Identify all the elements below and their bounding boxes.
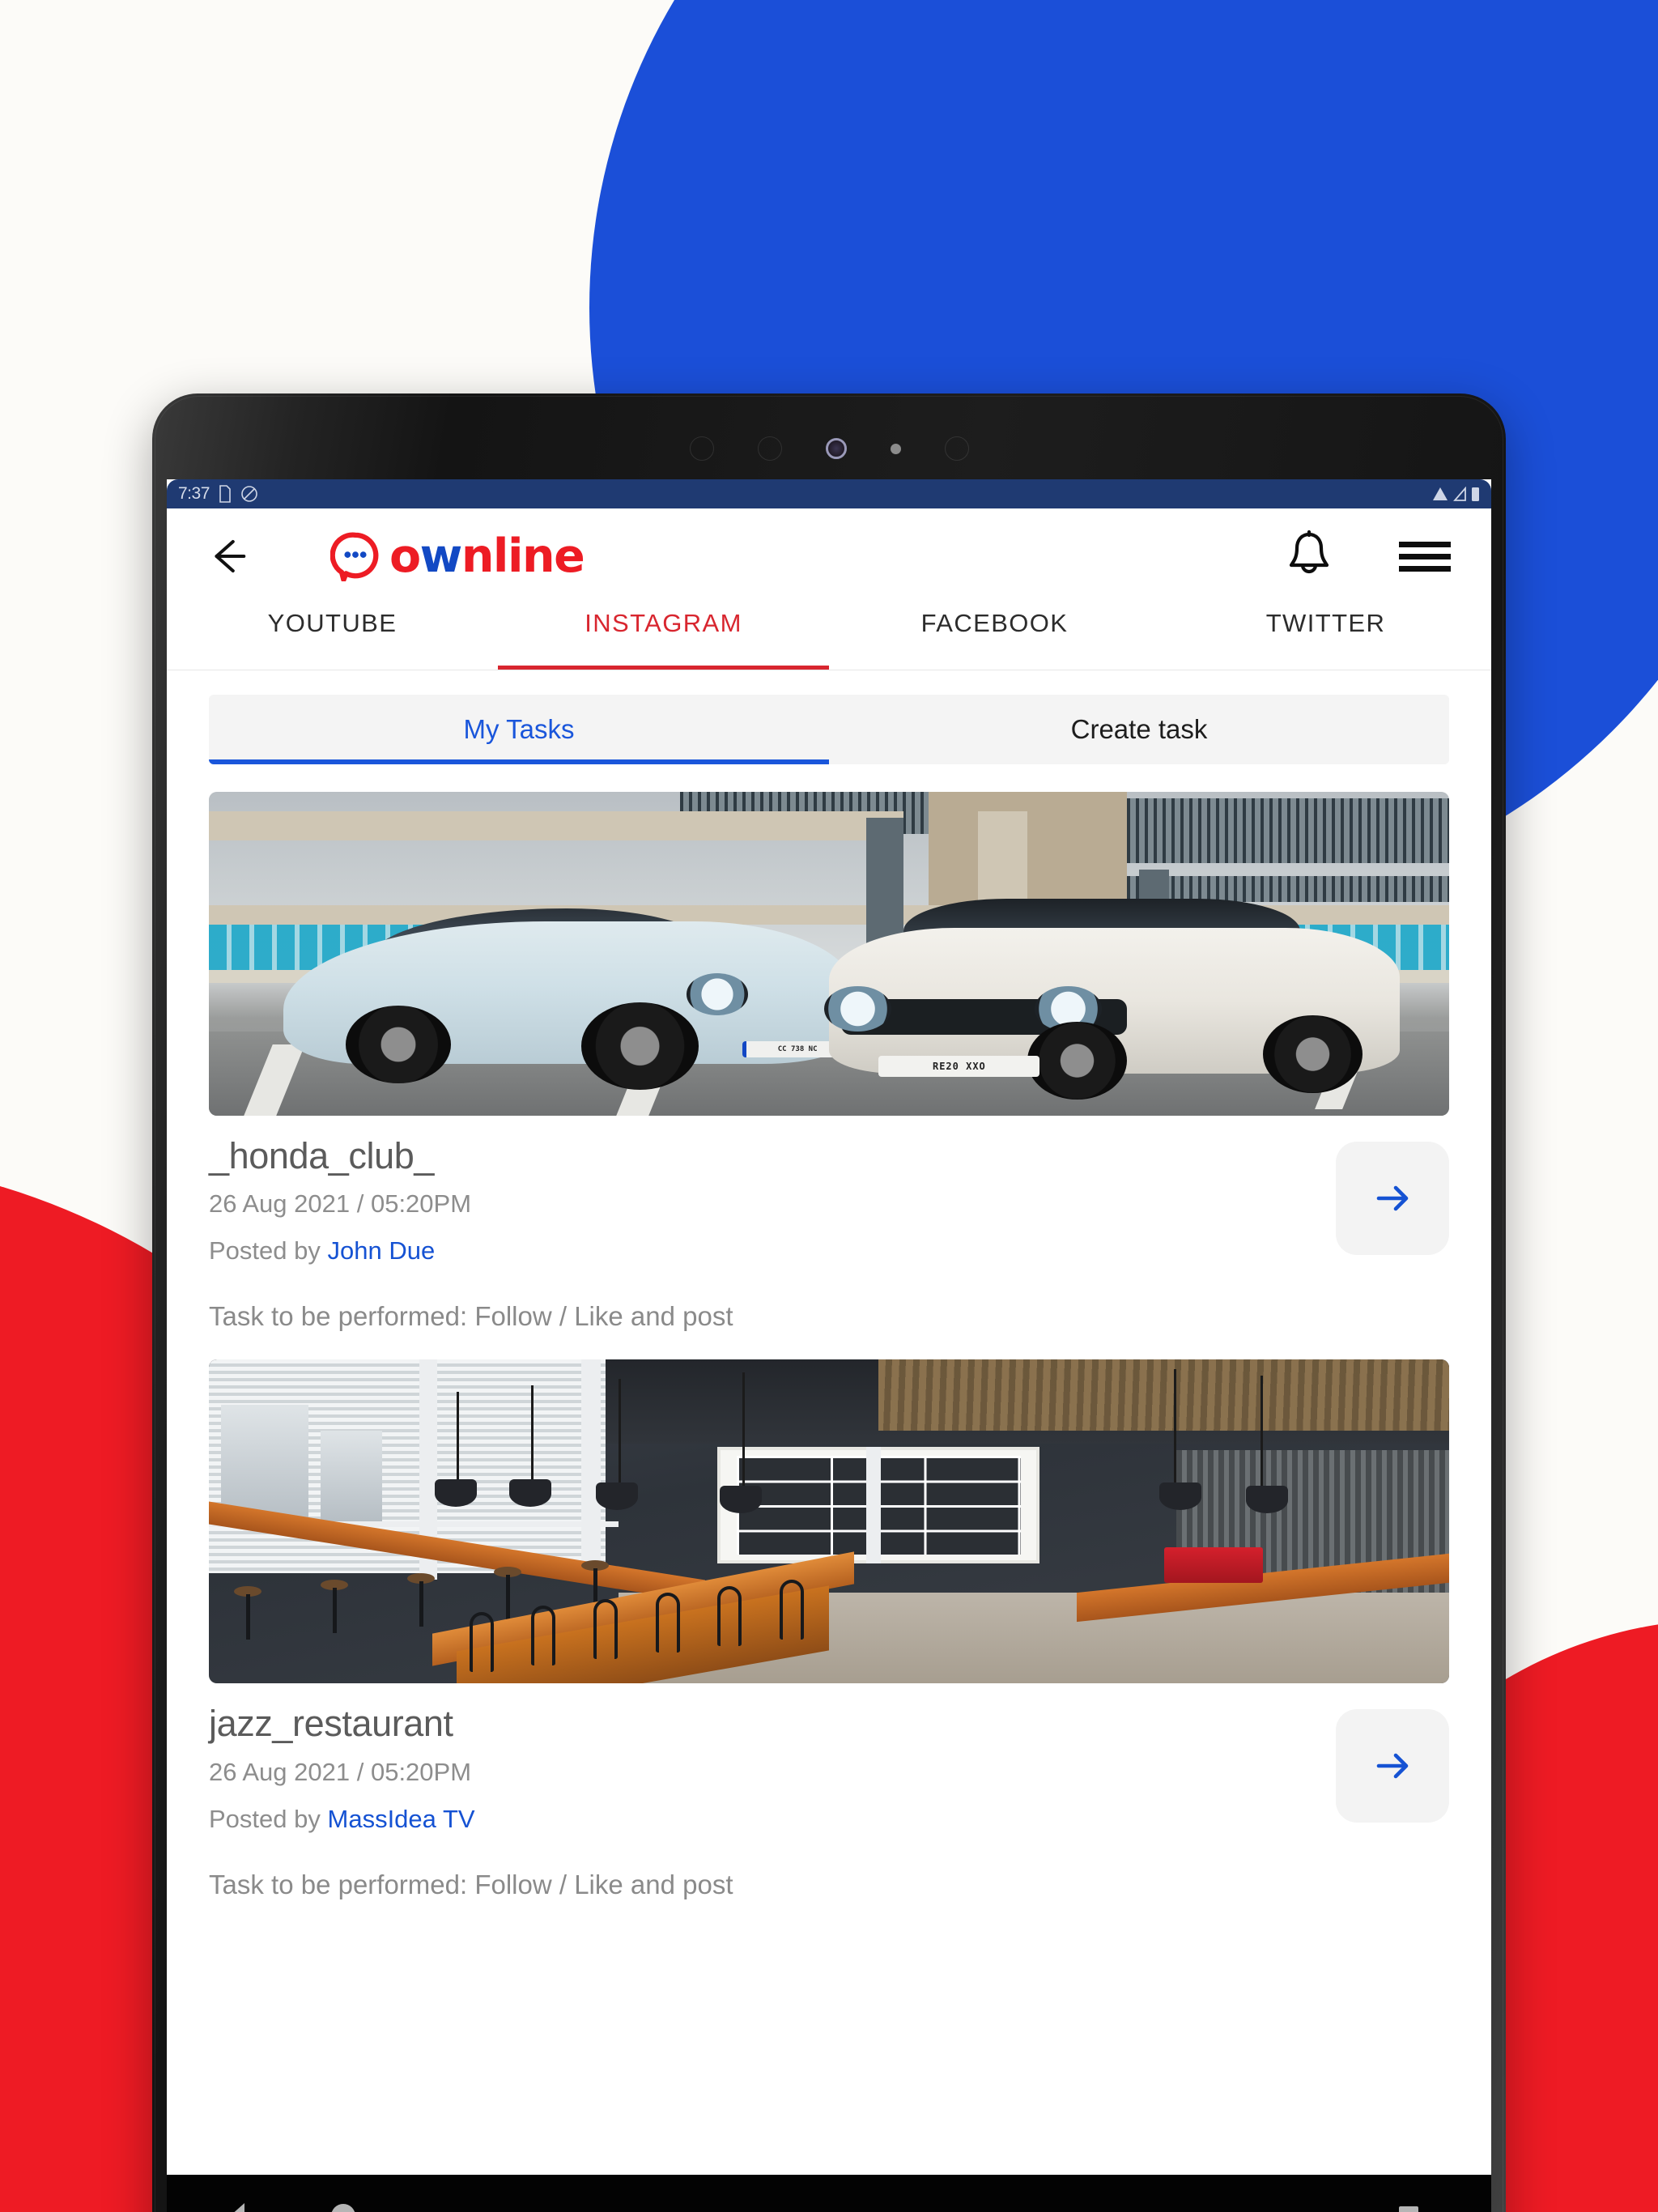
- tab-facebook[interactable]: FACEBOOK: [829, 604, 1160, 670]
- nav-back-icon[interactable]: [223, 2201, 251, 2212]
- app-logo[interactable]: ownline: [330, 531, 585, 581]
- front-camera-icon: [825, 438, 847, 459]
- arrow-right-icon: [1376, 1185, 1409, 1211]
- task-post-card: jazz_restaurant 26 Aug 2021 / 05:20PM Po…: [209, 1359, 1449, 1899]
- speaker-ring-icon: [689, 436, 714, 461]
- nav-recents-icon[interactable]: [1396, 2203, 1422, 2212]
- posted-by-label: Posted by: [209, 1236, 321, 1266]
- post-author-link[interactable]: John Due: [328, 1236, 436, 1265]
- nav-home-icon[interactable]: [329, 2201, 358, 2212]
- tab-instagram[interactable]: INSTAGRAM: [498, 604, 829, 670]
- app-bar-actions: [1284, 529, 1452, 584]
- tablet-screen: 7:37 ownline YOUTUBE INSTAGRAM FACEBOOK …: [167, 479, 1491, 2212]
- post-open-button[interactable]: [1336, 1142, 1449, 1255]
- signal-icon: [1453, 487, 1466, 501]
- proximity-sensor-icon: [890, 443, 901, 454]
- post-image-restaurant[interactable]: [209, 1359, 1449, 1684]
- post-image-cars[interactable]: CC 738 NC RE20 XXO: [209, 792, 1449, 1116]
- back-arrow-icon[interactable]: [206, 534, 249, 578]
- hamburger-icon[interactable]: [1397, 537, 1452, 576]
- tablet-bezel-sensors: [152, 424, 1506, 473]
- task-segmented-control: My Tasks Create task: [209, 695, 1449, 764]
- segment-create-task[interactable]: Create task: [829, 695, 1449, 764]
- post-author-link[interactable]: MassIdea TV: [328, 1805, 475, 1833]
- post-details: _honda_club_ 26 Aug 2021 / 05:20PM Poste…: [209, 1116, 1449, 1332]
- post-timestamp: 26 Aug 2021 / 05:20PM: [209, 1757, 472, 1786]
- sensor-ring-icon: [757, 436, 782, 461]
- post-open-button[interactable]: [1336, 1709, 1449, 1823]
- post-task-description: Task to be performed: Follow / Like and …: [209, 1301, 733, 1332]
- task-post-card: CC 738 NC RE20 XXO _honda_club_ 26 Aug 2…: [209, 792, 1449, 1332]
- left-car-plate-text: CC 738 NC: [777, 1045, 818, 1053]
- restaurant-photo-scene: [209, 1359, 1449, 1684]
- tab-twitter[interactable]: TWITTER: [1160, 604, 1491, 670]
- android-nav-bar: [167, 2175, 1491, 2212]
- status-bar-right: [1432, 486, 1480, 502]
- sensor-ring-icon: [944, 436, 969, 461]
- no-sim-icon: [241, 486, 257, 502]
- arrow-right-icon: [1376, 1753, 1409, 1779]
- logo-letter-w: w: [419, 529, 463, 583]
- logo-letters-nline: nline: [461, 529, 585, 583]
- post-details: jazz_restaurant 26 Aug 2021 / 05:20PM Po…: [209, 1683, 1449, 1899]
- post-timestamp: 26 Aug 2021 / 05:20PM: [209, 1189, 472, 1219]
- app-logo-text: ownline: [389, 533, 585, 580]
- chat-bubble-logo-icon: [330, 532, 379, 581]
- tablet-device: 7:37 ownline YOUTUBE INSTAGRAM FACEBOOK …: [152, 393, 1506, 2212]
- post-text-block: _honda_club_ 26 Aug 2021 / 05:20PM Poste…: [209, 1137, 1336, 1332]
- post-author-line: Posted by John Due: [209, 1236, 1336, 1266]
- platform-tab-bar: YOUTUBE INSTAGRAM FACEBOOK TWITTER: [167, 604, 1491, 670]
- post-account-name: jazz_restaurant: [209, 1703, 453, 1745]
- tab-youtube[interactable]: YOUTUBE: [167, 604, 498, 670]
- segment-my-tasks[interactable]: My Tasks: [209, 695, 829, 764]
- cars-photo-scene: CC 738 NC RE20 XXO: [209, 792, 1449, 1116]
- post-account-name: _honda_club_: [209, 1135, 434, 1176]
- battery-icon: [1472, 487, 1479, 501]
- logo-letter-o: o: [389, 529, 421, 583]
- bell-icon[interactable]: [1284, 529, 1334, 584]
- content-scroll-area[interactable]: My Tasks Create task CC 738 NC RE20 XXO …: [167, 670, 1491, 2212]
- page-root: 7:37 ownline YOUTUBE INSTAGRAM FACEBOOK …: [0, 0, 1658, 2212]
- right-car-plate-text: RE20 XXO: [932, 1061, 986, 1072]
- wifi-icon: [1433, 487, 1448, 500]
- post-text-block: jazz_restaurant 26 Aug 2021 / 05:20PM Po…: [209, 1704, 1336, 1899]
- posted-by-label: Posted by: [209, 1804, 321, 1833]
- post-task-description: Task to be performed: Follow / Like and …: [209, 1869, 733, 1899]
- post-author-line: Posted by MassIdea TV: [209, 1805, 1336, 1834]
- status-bar-left: 7:37: [178, 484, 258, 504]
- status-bar-clock: 7:37: [178, 484, 210, 503]
- android-status-bar: 7:37: [167, 479, 1491, 508]
- app-bar: ownline: [167, 508, 1491, 604]
- sim-card-icon: [219, 485, 231, 503]
